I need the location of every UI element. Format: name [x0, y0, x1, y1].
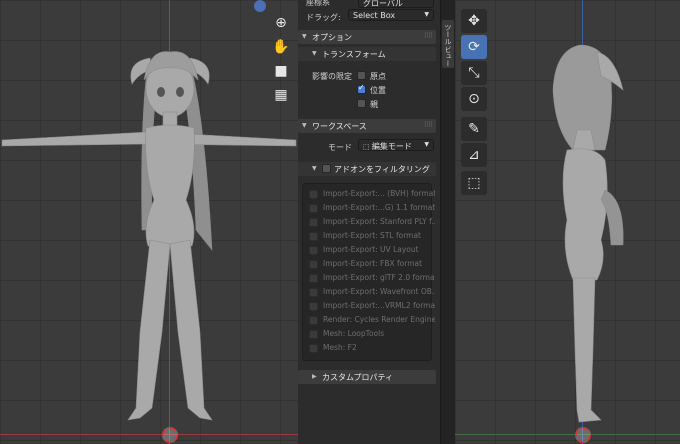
addon-checkbox[interactable]: [309, 246, 318, 255]
zoom-icon[interactable]: ⊕: [272, 14, 290, 32]
drag-dropdown[interactable]: Select Box ▼: [348, 9, 434, 21]
parents-label: 親: [370, 100, 378, 109]
transform-subsection-header[interactable]: ▼ トランスフォーム: [298, 47, 436, 61]
workspace-title: ワークスペース: [312, 122, 367, 131]
grid-icon[interactable]: ▦: [272, 86, 290, 104]
addon-label: Render: Cycles Render Engine: [323, 315, 435, 324]
list-item[interactable]: Mesh: LoopTools: [309, 329, 433, 341]
addon-label: Import-Export: glTF 2.0 format: [323, 273, 435, 282]
list-item[interactable]: Import-Export: FBX format: [309, 259, 433, 271]
addon-checkbox[interactable]: [309, 232, 318, 241]
list-item[interactable]: Import-Export: STL format: [309, 231, 433, 243]
character-side-model: [552, 44, 624, 423]
mode-value: 編集モード: [371, 142, 412, 151]
expand-caret-icon: ▼: [312, 165, 317, 172]
scale-icon[interactable]: ⤡: [461, 61, 487, 85]
gizmo-axis-dot-icon[interactable]: [254, 0, 266, 12]
tab-view[interactable]: ビュー: [442, 42, 454, 90]
measure-icon[interactable]: ⊿: [461, 143, 487, 167]
addon-label: Import-Export: FBX format: [323, 259, 423, 268]
annotate-icon[interactable]: ✎: [461, 117, 487, 141]
drag-handle-icon[interactable]: ⠿⠿: [424, 121, 433, 129]
addon-list: Import-Export:... (BVH) format Import-Ex…: [302, 183, 435, 361]
add-cube-icon[interactable]: ⬚: [461, 171, 487, 195]
addon-label: Import-Export: Wavefront OB...: [323, 287, 435, 296]
addon-checkbox[interactable]: [309, 288, 318, 297]
move-icon[interactable]: ✥: [461, 9, 487, 33]
addon-filter-title: アドオンをフィルタリング: [334, 165, 430, 174]
expand-caret-icon: ▼: [302, 33, 307, 40]
list-item[interactable]: Import-Export: Stanford PLY f...: [309, 217, 435, 229]
camera-icon[interactable]: ■: [272, 62, 290, 80]
addon-checkbox[interactable]: [309, 260, 318, 269]
chevron-down-icon: ▼: [424, 11, 429, 18]
addon-label: Import-Export: UV Layout: [323, 245, 419, 254]
options-section-header[interactable]: ▼ オプション ⠿⠿: [298, 30, 436, 44]
addon-label: Mesh: F2: [323, 343, 357, 352]
addon-label: Import-Export:...G) 1.1 format: [323, 203, 435, 212]
expand-caret-icon: ▼: [312, 50, 317, 57]
hand-icon[interactable]: ✋: [272, 38, 290, 56]
viewport-side[interactable]: [455, 0, 680, 444]
sidebar-tool-panel: 座標系 グローバル ドラッグ: Select Box ▼ ▼ オプション ⠿⠿ ▼…: [298, 0, 440, 444]
addon-checkbox[interactable]: [309, 330, 318, 339]
addon-checkbox[interactable]: [309, 344, 318, 353]
tab-view-label: ビュー: [444, 46, 452, 67]
affect-only-label: 影響の限定: [312, 72, 352, 81]
addon-checkbox[interactable]: [309, 316, 318, 325]
addon-label: Import-Export: Stanford PLY f...: [323, 217, 435, 226]
addon-checkbox[interactable]: [309, 274, 318, 283]
chevron-down-icon: ▼: [424, 141, 429, 148]
viewport-front[interactable]: ⊕ ✋ ■ ▦: [0, 0, 298, 444]
addon-label: Mesh: LoopTools: [323, 329, 385, 338]
parents-checkbox[interactable]: [357, 99, 366, 108]
list-item[interactable]: Import-Export: glTF 2.0 format: [309, 273, 435, 285]
origins-checkbox[interactable]: [357, 71, 366, 80]
options-title: オプション: [312, 33, 352, 42]
list-item[interactable]: Mesh: F2: [309, 343, 433, 355]
list-item[interactable]: Render: Cycles Render Engine: [309, 315, 435, 327]
addon-label: Import-Export: STL format: [323, 231, 421, 240]
list-item[interactable]: Import-Export: Wavefront OB...: [309, 287, 435, 299]
addon-checkbox[interactable]: [309, 190, 318, 199]
transform-icon[interactable]: ⊙: [461, 87, 487, 111]
coord-system-label: 座標系: [306, 0, 330, 7]
collapsed-caret-icon: ▶: [312, 373, 317, 380]
addon-checkbox[interactable]: [309, 302, 318, 311]
workspace-section-header[interactable]: ▼ ワークスペース ⠿⠿: [298, 119, 436, 133]
origins-label: 原点: [370, 72, 386, 81]
addon-label: Import-Export:...VRML2 format: [323, 301, 435, 310]
addon-checkbox[interactable]: [309, 204, 318, 213]
coord-system-dropdown[interactable]: グローバル: [358, 0, 434, 8]
addon-filter-header[interactable]: ▼ アドオンをフィルタリング: [298, 162, 436, 176]
addon-label: Import-Export:... (BVH) format: [323, 189, 435, 198]
mode-dropdown[interactable]: ⬚ 編集モード ▼: [358, 139, 434, 151]
custom-props-title: カスタムプロパティ: [322, 373, 394, 382]
addon-checkbox[interactable]: [309, 218, 318, 227]
expand-caret-icon: ▼: [302, 122, 307, 129]
addon-filter-checkbox[interactable]: [322, 164, 331, 173]
sidebar-tab-strip: ツール ビュー: [440, 0, 455, 444]
list-item[interactable]: Import-Export:...G) 1.1 format: [309, 203, 435, 215]
list-item[interactable]: Import-Export:...VRML2 format: [309, 301, 435, 313]
locations-checkbox[interactable]: [357, 83, 366, 94]
mode-icon: ⬚: [363, 143, 372, 151]
mode-label: モード: [328, 143, 352, 152]
transform-title: トランスフォーム: [322, 50, 386, 59]
3d-cursor-icon[interactable]: [575, 427, 591, 443]
navigation-gizmo: ⊕ ✋ ■ ▦: [272, 14, 290, 110]
drag-label: ドラッグ:: [306, 13, 341, 22]
locations-label: 位置: [370, 86, 386, 95]
custom-props-section-header[interactable]: ▶ カスタムプロパティ: [298, 370, 436, 384]
drag-value: Select Box: [353, 11, 396, 20]
rotate-icon[interactable]: ⟳: [461, 35, 487, 59]
coord-system-value: グローバル: [363, 0, 403, 8]
3d-cursor-icon[interactable]: [162, 427, 178, 443]
list-item[interactable]: Import-Export:... (BVH) format: [309, 189, 435, 201]
character-front-model: [1, 51, 297, 421]
list-item[interactable]: Import-Export: UV Layout: [309, 245, 433, 257]
drag-handle-icon[interactable]: ⠿⠿: [424, 32, 433, 40]
